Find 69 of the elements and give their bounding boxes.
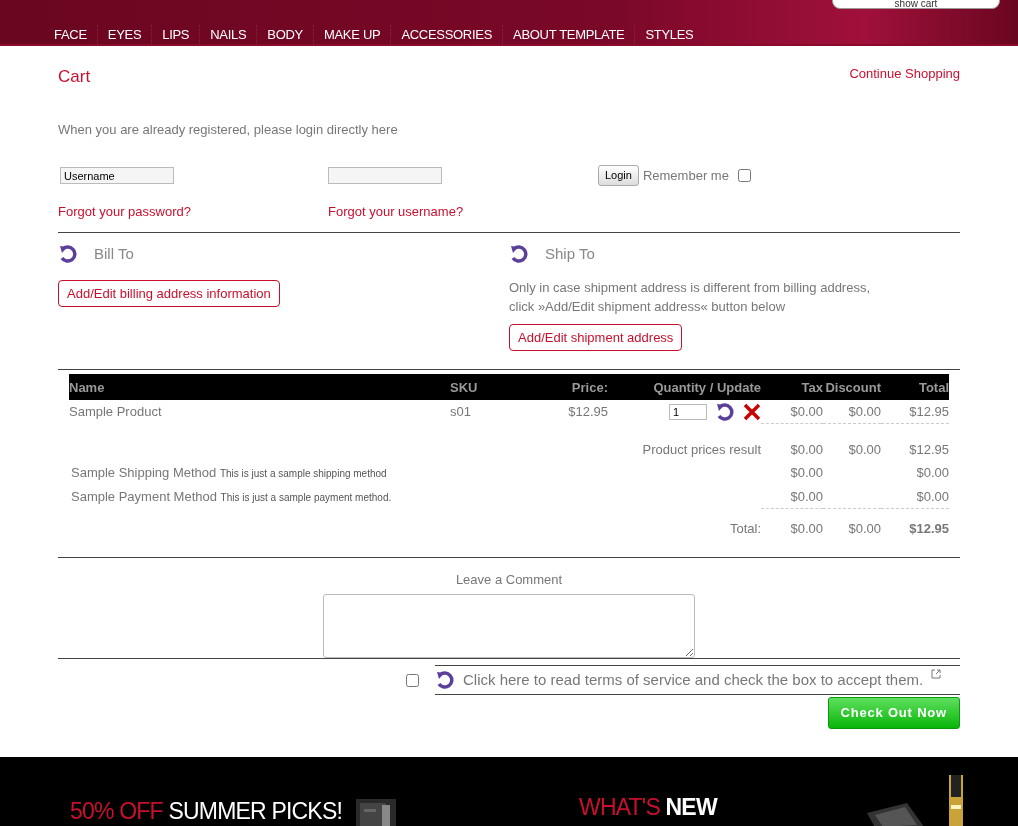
table-cell: $12.95	[909, 403, 949, 419]
promo-text: NEW	[665, 793, 717, 820]
refresh-icon[interactable]	[509, 244, 529, 265]
method-name: Sample Payment Method	[71, 489, 217, 504]
section-title: Bill To	[94, 244, 134, 264]
login-intro: When you are already registered, please login directly here	[58, 120, 399, 139]
column-header: Total	[881, 374, 949, 400]
column-header: Quantity / Update	[608, 374, 761, 400]
table-cell: $0.00	[790, 520, 823, 536]
table-cell: $0.00	[848, 403, 881, 419]
nav-link[interactable]: MAKE UP	[313, 25, 392, 45]
nav-link[interactable]: LIPS	[152, 25, 201, 45]
column-header: Name	[69, 374, 450, 400]
refresh-icon[interactable]	[715, 401, 735, 422]
comment-field[interactable]	[323, 593, 695, 658]
promo-highlight: 50% OFF	[70, 797, 163, 824]
nav-link[interactable]: EYES	[97, 25, 153, 45]
remember-me-checkbox[interactable]	[737, 168, 751, 182]
method-description: This is just a sample shipping method	[219, 468, 387, 480]
nav-link[interactable]: ABOUT TEMPLATE	[503, 25, 636, 45]
table-cell: $12.95	[909, 441, 949, 457]
address-button[interactable]: Add/Edit billing address information	[58, 279, 280, 307]
table-cell: $0.00	[916, 465, 949, 481]
column-header: Price:	[530, 374, 608, 400]
nav-link[interactable]: BODY	[257, 25, 314, 45]
table-cell: $0.00	[790, 441, 823, 457]
method-name: Sample Shipping Method	[71, 465, 217, 481]
show-cart-button[interactable]: show cart	[832, 0, 1000, 9]
nav-link[interactable]: NAILS	[200, 25, 258, 45]
refresh-icon[interactable]	[58, 244, 78, 265]
table-cell: $0.00	[848, 520, 881, 536]
total-label: Total:	[729, 520, 761, 536]
continue-shopping-link[interactable]: Continue Shopping	[849, 64, 960, 90]
external-link-icon[interactable]	[931, 668, 942, 679]
refresh-icon[interactable]	[435, 670, 455, 690]
forgot-password-link[interactable]: Forgot your password?	[58, 201, 328, 221]
terms-checkbox[interactable]	[406, 673, 419, 687]
forgot-username-link[interactable]: Forgot your username?	[328, 201, 464, 221]
comment-label: Leave a Comment	[454, 571, 564, 590]
page-title: Cart	[58, 66, 91, 88]
password-field[interactable]	[328, 167, 442, 184]
table-cell: $0.00	[790, 488, 823, 504]
table-cell: $12.95	[568, 403, 608, 419]
quantity-field[interactable]: 1	[669, 403, 707, 420]
table-cell: $0.00	[916, 488, 949, 504]
column-header: Tax	[761, 374, 823, 400]
shipment-note: Only in case shipment address is different from billing address, click »Add/Edit shipment address« button below	[509, 278, 872, 316]
table-cell: $0.00	[790, 403, 823, 419]
address-button[interactable]: Add/Edit shipment address	[509, 323, 683, 351]
nav-link[interactable]: FACE	[44, 25, 98, 45]
section-title: Ship To	[545, 244, 595, 264]
remember-me-label: Remember me	[642, 166, 729, 185]
nav-link[interactable]: ACCESSORIES	[391, 25, 503, 45]
table-cell: $0.00	[848, 441, 881, 457]
table-cell: $0.00	[790, 465, 823, 481]
delete-icon[interactable]	[743, 402, 761, 421]
table-cell: Sample Product	[69, 403, 162, 419]
column-header: Discount	[823, 374, 881, 400]
table-cell: $12.95	[909, 520, 949, 536]
column-header: SKU	[450, 374, 530, 400]
username-field[interactable]: Username	[60, 167, 174, 184]
promo-text: SUMMER PICKS!	[168, 797, 343, 824]
login-button[interactable]: Login	[598, 165, 639, 186]
subtotal-label: Product prices result	[642, 441, 761, 457]
terms-link[interactable]: Click here to read terms of service and check the box to accept them.	[463, 668, 924, 692]
promo-highlight: WHAT'S	[579, 793, 660, 820]
method-description: This is just a sample payment method.	[220, 492, 392, 503]
nav-link[interactable]: STYLES	[635, 25, 704, 45]
table-cell: s01	[450, 403, 471, 419]
